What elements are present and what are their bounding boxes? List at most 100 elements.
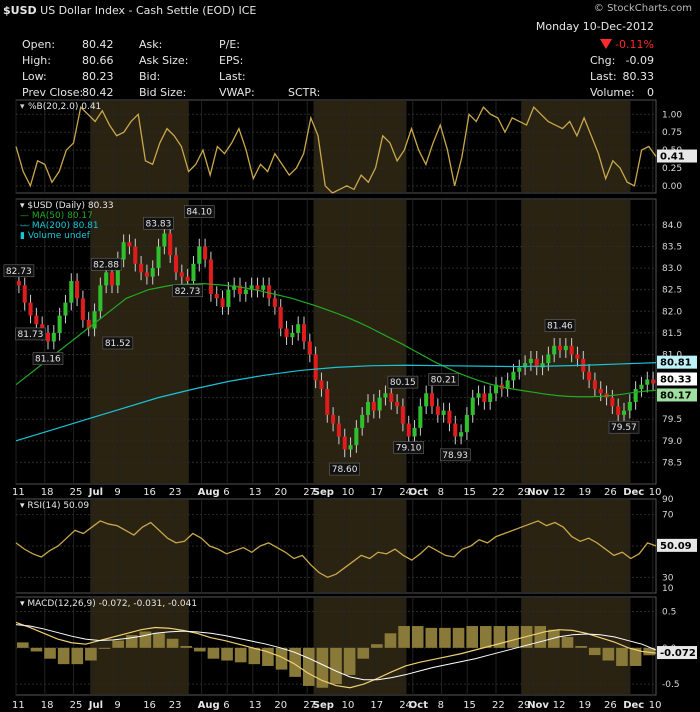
candle-body: [464, 414, 469, 433]
candle-body: [203, 246, 208, 260]
macd-histogram-bar: [507, 626, 519, 648]
price-annotation: 78.60: [332, 465, 358, 475]
x-axis-label-bottom: Nov: [527, 700, 549, 711]
x-axis-label: 15: [463, 487, 476, 498]
x-axis-label-bottom: 11: [12, 700, 25, 711]
candle-body: [342, 436, 347, 450]
macd-histogram-bar: [17, 642, 29, 648]
y-tick-label: 83.0: [662, 264, 682, 274]
candle-body: [51, 332, 56, 342]
candle-body: [365, 401, 371, 415]
macd-histogram-bar: [425, 627, 438, 648]
candle-body: [22, 285, 27, 303]
x-axis-label-bottom: Jul: [88, 700, 103, 711]
price-title: ▾ $USD (Daily) 80.33: [20, 201, 114, 211]
x-axis-label: 17: [370, 487, 383, 498]
candle-body: [63, 302, 68, 316]
candle-body: [104, 272, 109, 286]
candle-body: [261, 285, 266, 290]
x-axis-label: 26: [604, 487, 617, 498]
candle-body: [272, 298, 277, 307]
candle-body: [528, 358, 533, 364]
candle-body: [214, 294, 219, 299]
candle-body: [284, 328, 289, 338]
price-annotation: 81.46: [547, 322, 573, 332]
macd-histogram-bar: [479, 626, 492, 648]
candle-body: [651, 379, 656, 384]
x-axis-label: 22: [492, 487, 505, 498]
y-tick-label: 84.0: [662, 221, 682, 231]
price-annotation: 81.73: [18, 330, 44, 340]
macd-histogram-bar: [194, 647, 206, 652]
candle-body: [429, 393, 435, 407]
x-axis-label: 20: [274, 487, 287, 498]
candle-body: [383, 393, 388, 398]
macd-histogram-bar: [384, 633, 397, 648]
x-axis-label-bottom: 22: [492, 700, 505, 711]
macd-histogram-bar: [575, 646, 587, 648]
x-axis-label-bottom: 15: [463, 700, 476, 711]
candle-body: [307, 341, 312, 355]
candle-body: [482, 393, 487, 402]
macd-histogram-bar: [371, 644, 383, 648]
x-axis-label-bottom: 26: [604, 700, 617, 711]
macd-title: ▾ MACD(12,26,9) -0.072, -0.031, -0.041: [20, 599, 197, 609]
candle-body: [616, 406, 621, 415]
price-annotation: 80.15: [390, 378, 416, 388]
price-annotation: 83.83: [146, 219, 172, 229]
candle-body: [389, 393, 394, 402]
candle-body: [208, 259, 213, 294]
macd-histogram-bar: [439, 627, 451, 648]
percent-b-last: 0.41: [660, 152, 685, 163]
macd-histogram-bar: [248, 647, 261, 665]
macd-histogram-bar: [139, 631, 152, 648]
price-annotation: 81.52: [105, 339, 131, 349]
macd-histogram-bar: [534, 626, 547, 648]
x-axis-label-bottom: 12: [553, 700, 566, 711]
macd-histogram-bar: [153, 633, 165, 648]
price-annotation: 79.10: [396, 444, 422, 454]
macd-histogram-bar: [207, 647, 220, 659]
candle-body: [418, 406, 423, 428]
candle-body: [226, 289, 231, 307]
candle-body: [406, 423, 411, 437]
candle-body: [598, 389, 603, 394]
candle-body: [150, 268, 155, 277]
candle-body: [255, 285, 260, 290]
candle-body: [139, 263, 144, 273]
candle-body: [621, 410, 627, 415]
x-axis-label: Oct: [409, 487, 428, 498]
candle-body: [546, 354, 551, 364]
volume-legend: ▮ Volume undef: [20, 231, 91, 241]
x-axis-label-bottom: 10: [649, 700, 662, 711]
macd-histogram-bar: [343, 647, 356, 676]
x-axis-label: 8: [438, 487, 444, 498]
chart-canvas: 0.000.250.500.751.00▾%B(20,2.0) 0.410.41…: [3, 99, 697, 711]
candle-body: [109, 272, 115, 286]
x-axis-label-bottom: 17: [370, 700, 383, 711]
macd-histogram-bar: [166, 638, 179, 648]
candle-body: [587, 371, 592, 381]
y-tick-label: 0.25: [662, 164, 682, 174]
x-axis-label-bottom: 19: [578, 700, 591, 711]
candle-body: [185, 276, 190, 282]
macd-histogram-bar: [302, 647, 315, 686]
x-axis-label-bottom: Aug: [198, 700, 220, 711]
candle-body: [191, 263, 196, 282]
price-annotation: 79.57: [611, 423, 637, 433]
price-annotation: 82.73: [175, 287, 201, 297]
candle-body: [267, 285, 272, 299]
candle-body: [168, 233, 173, 256]
candle-body: [28, 302, 33, 316]
macd-histogram-bar: [398, 626, 410, 648]
macd-histogram-bar: [44, 647, 56, 659]
y-tick-label: 70: [662, 511, 674, 521]
candle-body: [179, 272, 184, 277]
candle-body: [557, 345, 563, 351]
candle-body: [173, 255, 179, 273]
x-axis-label: Dec: [623, 487, 644, 498]
price-annotation: 84.10: [186, 208, 212, 218]
x-axis-label-bottom: 6: [223, 700, 229, 711]
candle-body: [325, 389, 330, 415]
x-axis-label-bottom: 8: [438, 700, 444, 711]
